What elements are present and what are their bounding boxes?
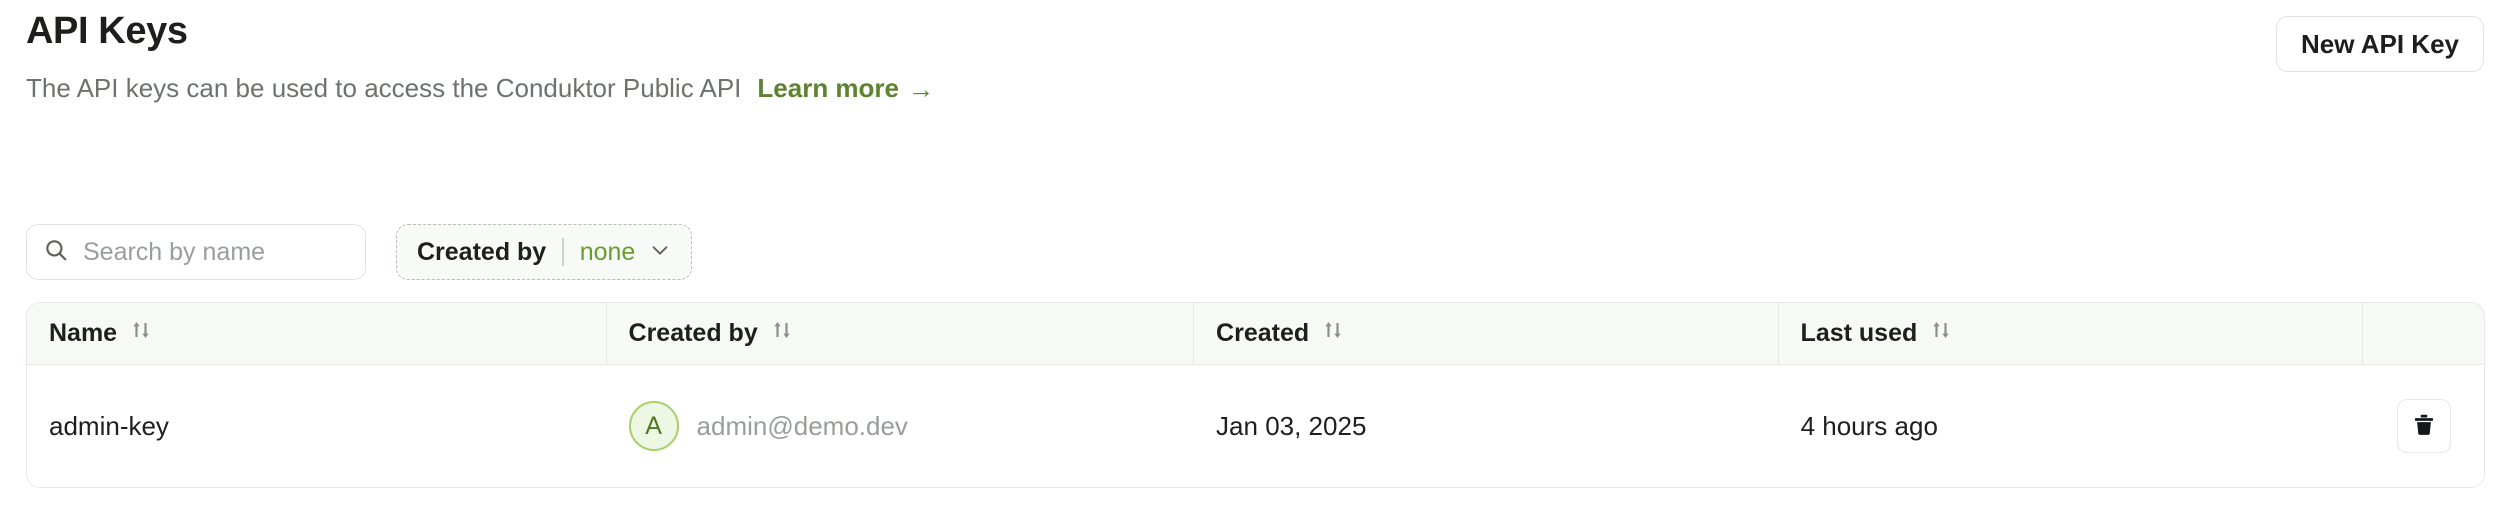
column-header-name[interactable]: Name (27, 303, 607, 364)
new-api-key-button[interactable]: New API Key (2276, 16, 2484, 72)
sort-icon[interactable] (131, 319, 151, 348)
page-subtitle-row: The API keys can be used to access the C… (26, 72, 934, 104)
sort-icon[interactable] (1931, 319, 1951, 348)
filter-bar: Created by none (26, 224, 693, 280)
column-header-created-by-label: Created by (628, 319, 758, 347)
created-by-filter-value: none (579, 237, 636, 266)
column-header-created-label: Created (1216, 319, 1310, 347)
arrow-right-icon: → (908, 74, 935, 104)
column-header-last-used-label: Last used (1800, 319, 1918, 347)
table-header-row: Name Created by Created Last used (27, 303, 2484, 365)
chevron-down-icon (649, 239, 671, 266)
trash-icon (2411, 412, 2437, 441)
column-header-created-by[interactable]: Created by (607, 303, 1195, 364)
cell-last-used: 4 hours ago (1779, 365, 2364, 487)
creator-email: admin@demo.dev (696, 410, 908, 441)
column-header-name-label: Name (49, 319, 118, 347)
cell-created-by: A admin@demo.dev (607, 365, 1195, 487)
search-box[interactable] (26, 224, 366, 280)
created-date: Jan 03, 2025 (1216, 410, 1367, 441)
sort-icon[interactable] (772, 319, 792, 348)
api-keys-table: Name Created by Created Last used admin-… (26, 302, 2485, 488)
column-header-actions (2363, 303, 2484, 364)
api-keys-page: API Keys The API keys can be used to acc… (0, 0, 2510, 506)
created-by-filter-chip[interactable]: Created by none (396, 224, 693, 280)
page-title: API Keys (26, 10, 188, 52)
column-header-created[interactable]: Created (1194, 303, 1779, 364)
created-by-filter-label: Created by (417, 237, 547, 266)
cell-created: Jan 03, 2025 (1194, 365, 1779, 487)
learn-more-link[interactable]: Learn more → (757, 72, 934, 104)
column-header-last-used[interactable]: Last used (1779, 303, 2364, 364)
delete-api-key-button[interactable] (2396, 399, 2451, 453)
avatar: A (628, 401, 679, 451)
last-used-value: 4 hours ago (1800, 410, 1938, 441)
cell-actions (2363, 365, 2484, 487)
search-input[interactable] (83, 237, 349, 267)
cell-name: admin-key (27, 365, 607, 487)
sort-icon[interactable] (1323, 319, 1343, 348)
page-subtitle: The API keys can be used to access the C… (26, 73, 742, 103)
api-key-name: admin-key (49, 410, 169, 441)
search-icon (43, 237, 69, 268)
table-row[interactable]: admin-key A admin@demo.dev Jan 03, 2025 … (27, 365, 2484, 487)
learn-more-label: Learn more (757, 73, 900, 103)
